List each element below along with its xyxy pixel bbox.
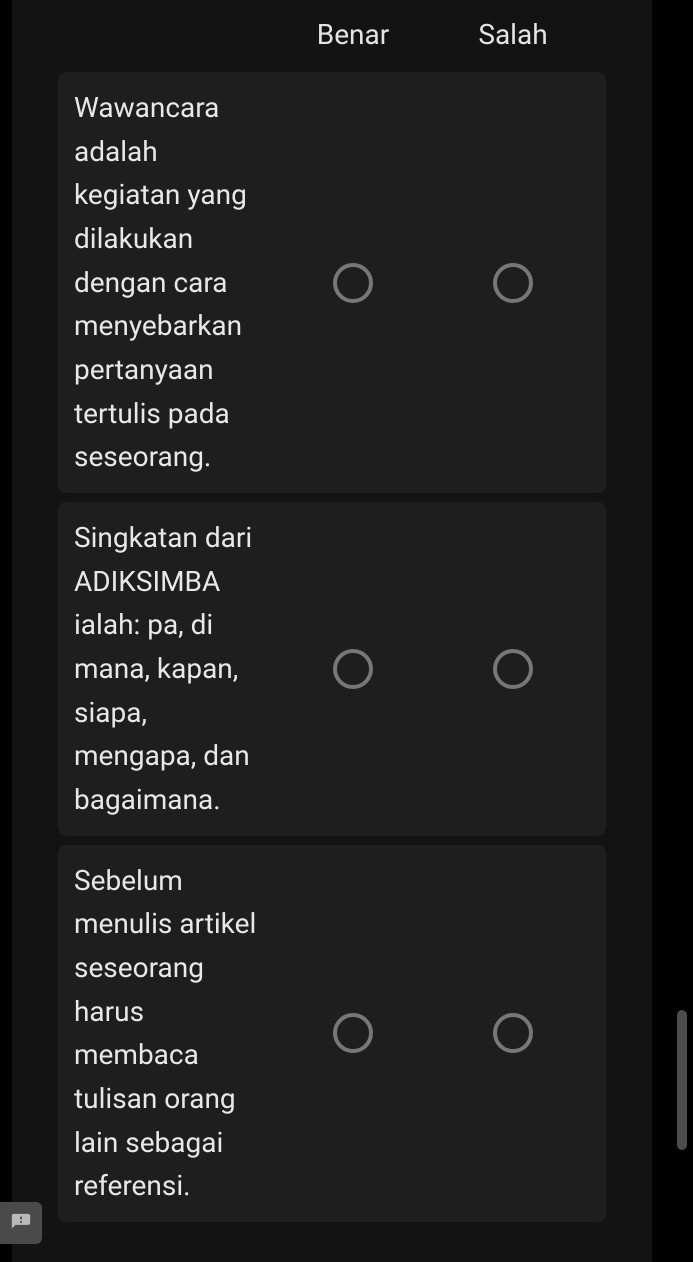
page-root: Benar Salah Wawancara adalah kegiatan ya… — [0, 0, 693, 1262]
radio-button[interactable] — [493, 649, 533, 689]
statement-cell: Wawancara adalah kegiatan yang dilakukan… — [58, 86, 273, 479]
radio-cell-benar — [273, 86, 433, 479]
radio-button[interactable] — [333, 263, 373, 303]
scrollbar-thumb[interactable] — [677, 1010, 687, 1150]
radio-button[interactable] — [493, 263, 533, 303]
grid-row: Sebelum menulis artikel seseorang harus … — [58, 845, 606, 1222]
radio-cell-benar — [273, 859, 433, 1208]
radio-cell-benar — [273, 516, 433, 822]
statement-cell: Singkatan dari ADIKSIMBA ialah: pa, di m… — [58, 516, 273, 822]
column-header-benar: Benar — [273, 18, 433, 51]
statement-text: Sebelum menulis artikel seseorang harus … — [74, 859, 269, 1208]
radio-button[interactable] — [493, 1013, 533, 1053]
statement-text: Wawancara adalah kegiatan yang dilakukan… — [74, 86, 269, 479]
grid-column-header-row: Benar Salah — [58, 0, 606, 60]
grid-row: Singkatan dari ADIKSIMBA ialah: pa, di m… — [58, 502, 606, 836]
radio-button[interactable] — [333, 1013, 373, 1053]
scrollbar-track[interactable] — [677, 0, 687, 1262]
radio-cell-salah — [433, 86, 593, 479]
radio-cell-salah — [433, 859, 593, 1208]
radio-cell-salah — [433, 516, 593, 822]
question-area: Benar Salah Wawancara adalah kegiatan ya… — [12, 0, 652, 1222]
statement-cell: Sebelum menulis artikel seseorang harus … — [58, 859, 273, 1208]
column-header-salah: Salah — [433, 18, 593, 51]
report-problem-button[interactable] — [0, 1202, 42, 1244]
radio-button[interactable] — [333, 649, 373, 689]
statement-text: Singkatan dari ADIKSIMBA ialah: pa, di m… — [74, 516, 269, 822]
grid-row: Wawancara adalah kegiatan yang dilakukan… — [58, 72, 606, 493]
feedback-icon — [10, 1212, 32, 1234]
form-card: Benar Salah Wawancara adalah kegiatan ya… — [12, 0, 652, 1262]
